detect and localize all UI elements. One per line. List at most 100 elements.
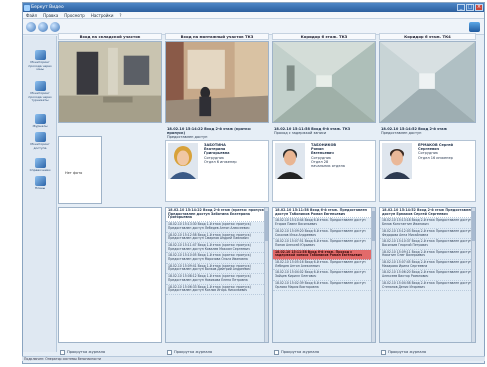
log-entry[interactable]: 18.02.10 15:06:20 Вход 2-й этаж Предоста… xyxy=(380,270,475,281)
checkbox-box[interactable] xyxy=(381,349,386,355)
event-log[interactable]: 18.02.10 15:11:58 Вход 6-й этаж. Предост… xyxy=(272,207,376,343)
menu-help[interactable]: ? xyxy=(119,12,121,18)
status-text: Подключен: Оператор системы безопасности xyxy=(24,357,101,361)
log-entry[interactable]: 18.02.10 15:12:03 Вход 2-й этаж Предоста… xyxy=(380,229,475,240)
log-entry[interactable]: 18.02.10 15:06:33 Вход 1-й этаж (кратко:… xyxy=(166,285,268,295)
person-department: Отдел 28 начальник отдела xyxy=(311,159,345,169)
log-entry[interactable]: 18.02.10 15:04:02 Вход 6-й этаж. Предост… xyxy=(273,270,375,281)
log-entry[interactable]: 18.02.10 15:14:52 Вход 2-й этаж Предоста… xyxy=(380,208,475,219)
event-log[interactable]: 18.02.10 15:14:22 Вход 2-й этаж (кратко:… xyxy=(165,207,269,343)
search-icon xyxy=(50,22,60,32)
checkbox-box[interactable] xyxy=(167,349,172,355)
log-entry[interactable]: 18.02.10 15:13:30 Вход 1-й этаж (кратко:… xyxy=(166,222,268,233)
person-photo xyxy=(168,143,198,179)
close-button[interactable]: × xyxy=(475,4,483,11)
sidebar: Мониторинг прохода через зоны Мониторинг… xyxy=(23,36,57,352)
scroll-log-checkbox[interactable]: Прокрутка журнала xyxy=(381,349,426,355)
person-photo xyxy=(382,143,412,179)
scroll-log-checkbox[interactable]: Прокрутка журнала xyxy=(60,349,105,355)
event-header: 18.02.10 15:14:22 Вход 2-й этаж (кратко:… xyxy=(167,127,269,139)
log-entry[interactable]: 18.02.10 15:10:44 Вход 6-й этаж. Предост… xyxy=(273,218,375,229)
log-entry[interactable]: 18.02.10 15:11:58 Вход 6-й этаж. Предост… xyxy=(273,208,375,219)
camera-group-icon xyxy=(38,22,48,32)
camera-feed[interactable] xyxy=(272,41,376,123)
status-bar: Подключен: Оператор системы безопасности xyxy=(22,356,485,361)
camera-feed[interactable] xyxy=(58,41,162,123)
journal-icon xyxy=(34,114,46,124)
log-entry-alarm[interactable]: 18.02.10 15:11:58 Вход 6-й этаж. Проход … xyxy=(273,249,375,261)
log-entry[interactable]: 18.02.10 15:05:16 Вход 6-й этаж. Предост… xyxy=(273,260,375,271)
event-status: Предоставлен доступ xyxy=(167,135,208,139)
scroll-log-checkbox[interactable]: Прокрутка журнала xyxy=(274,349,319,355)
sidebar-item-directory[interactable]: Справочники xyxy=(25,158,55,173)
sidebar-item-access[interactable]: Мониторинг доступа xyxy=(25,132,55,150)
window-title: Беркут Видео xyxy=(31,5,64,10)
sidebar-item-label: Мониторинг доступа xyxy=(30,142,50,150)
no-photo-label: Нет фото xyxy=(65,171,83,175)
camera-button[interactable] xyxy=(26,22,36,32)
camera-icon xyxy=(26,22,36,32)
log-entry[interactable]: 18.02.10 15:10:05 Вход 1-й этаж (кратко:… xyxy=(166,253,268,264)
scroll-log-checkbox[interactable]: Прокрутка журнала xyxy=(167,349,212,355)
log-entry[interactable]: 18.02.10 15:07:45 Вход 2-й этаж Предоста… xyxy=(380,260,475,271)
minimize-button[interactable]: _ xyxy=(457,4,465,11)
log-entry[interactable]: 18.02.10 15:10:37 Вход 2-й этаж Предоста… xyxy=(380,239,475,250)
sidebar-item-zones[interactable]: Мониторинг прохода через зоны xyxy=(25,50,55,72)
person-name: ЗАБОТИНА Екатерина Григорьевна xyxy=(204,143,230,156)
checkbox-box[interactable] xyxy=(274,349,279,355)
log-entry[interactable]: 18.02.10 15:11:47 Вход 1-й этаж (кратко:… xyxy=(166,243,268,254)
checkbox-label: Прокрутка журнала xyxy=(174,350,213,354)
person-photo xyxy=(275,143,305,179)
person-card: ТАБОНИКОВ Роман Евгеньевич Сотрудник Отд… xyxy=(272,140,376,202)
search-button[interactable] xyxy=(50,22,60,32)
event-log[interactable] xyxy=(58,207,162,343)
scrollbar[interactable] xyxy=(371,208,375,342)
log-entry[interactable]: 18.02.10 15:08:12 Вход 1-й этаж (кратко:… xyxy=(166,274,268,285)
app-icon xyxy=(24,4,30,11)
event-header: 18.02.10 15:11:58 Вход 6-й этаж. ТК3 Про… xyxy=(274,127,376,135)
title-bar: Беркут Видео _ □ × xyxy=(23,3,484,12)
log-entry[interactable]: 18.02.10 15:09:41 Вход 1-й этаж (кратко:… xyxy=(166,264,268,275)
sidebar-item-turnstiles[interactable]: Мониторинг прохода через турникеты xyxy=(25,81,55,103)
log-entry[interactable]: 18.02.10 15:14:22 Вход 2-й этаж (кратко:… xyxy=(166,208,268,223)
menu-edit[interactable]: Правка xyxy=(43,12,58,18)
log-entry[interactable]: 18.02.10 15:02:39 Вход 6-й этаж. Предост… xyxy=(273,281,375,292)
menu-file[interactable]: Файл xyxy=(26,12,37,18)
sidebar-item-label: Планы xyxy=(34,186,46,190)
menu-view[interactable]: Просмотр xyxy=(64,12,85,18)
checkbox-label: Прокрутка журнала xyxy=(388,350,427,354)
log-entry[interactable]: 18.02.10 15:09:20 Вход 6-й этаж. Предост… xyxy=(273,229,375,240)
menu-bar: Файл Правка Просмотр Настройки ? xyxy=(23,12,484,19)
person-department: Отдел 6 инженер xyxy=(204,159,237,164)
event-header: 18.02.10 15:14:52 Вход 2-й этаж Предоста… xyxy=(381,127,476,135)
camera-header: Вход на монтажный участок ТК3 xyxy=(165,33,269,40)
scrollbar[interactable] xyxy=(471,208,475,342)
person-card: ЕРМАКОВ Сергей Сергеевич Сотрудник Отдел… xyxy=(379,140,476,202)
person-department: Отдел 16 инженер xyxy=(418,155,453,160)
camera-header: Вход на складской участок xyxy=(58,33,162,40)
access-icon xyxy=(34,132,46,142)
log-entry[interactable]: 18.02.10 15:07:51 Вход 6-й этаж. Предост… xyxy=(273,239,375,250)
sidebar-item-plans[interactable]: Планы xyxy=(25,176,55,191)
log-entry[interactable]: 18.02.10 15:13:18 Вход 2-й этаж Предоста… xyxy=(380,218,475,229)
camera-feed[interactable] xyxy=(165,41,269,123)
maximize-button[interactable]: □ xyxy=(466,4,474,11)
event-status: Предоставлен доступ xyxy=(381,131,422,135)
sidebar-item-label: Мониторинг прохода через турникеты xyxy=(28,91,52,103)
event-title: 18.02.10 15:14:22 Вход 2-й этаж (кратко:… xyxy=(167,127,252,135)
satellite-icon xyxy=(34,50,46,60)
scrollbar[interactable] xyxy=(264,208,268,342)
event-status: Проход с задержкой записи xyxy=(274,131,327,135)
log-entry[interactable]: 18.02.10 15:09:11 Вход 2-й этаж Предоста… xyxy=(380,250,475,261)
log-entry[interactable]: 18.02.10 15:12:58 Вход 1-й этаж (кратко:… xyxy=(166,233,268,243)
checkbox-box[interactable] xyxy=(60,349,65,355)
camera-feed[interactable] xyxy=(379,41,476,123)
turnstile-icon xyxy=(34,81,46,91)
camera-group-button[interactable] xyxy=(38,22,48,32)
log-entry[interactable]: 18.02.10 15:04:58 Вход 2-й этаж Предоста… xyxy=(380,281,475,292)
checkbox-label: Прокрутка журнала xyxy=(67,350,106,354)
sidebar-item-label: Справочники xyxy=(29,168,51,172)
sidebar-item-journals[interactable]: Журналы xyxy=(25,114,55,129)
event-log[interactable]: 18.02.10 15:14:52 Вход 2-й этаж Предоста… xyxy=(379,207,476,343)
menu-settings[interactable]: Настройки xyxy=(91,12,114,18)
